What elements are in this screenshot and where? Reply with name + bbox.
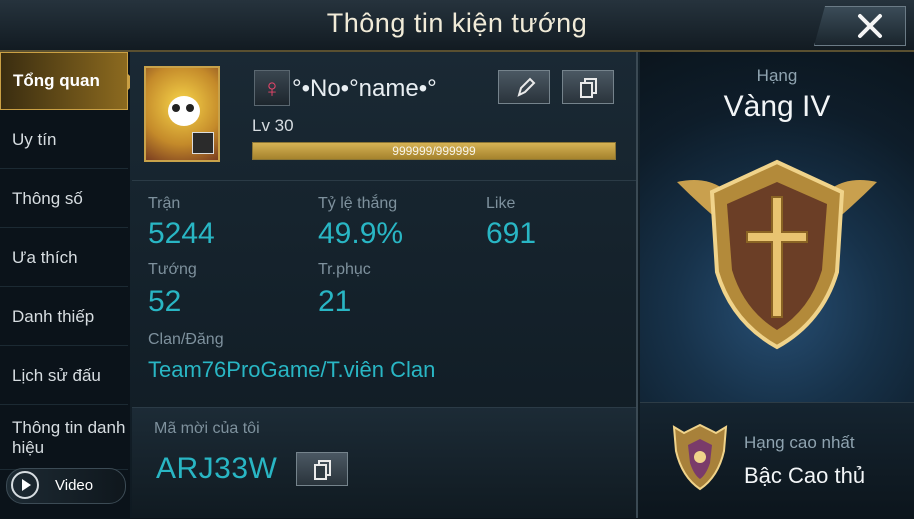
matches-value: 5244 xyxy=(148,217,215,250)
close-button[interactable] xyxy=(814,6,906,46)
sidebar-item-favorites[interactable]: Ưa thích xyxy=(0,229,128,287)
best-rank-section: Hạng cao nhất Bậc Cao thủ xyxy=(640,402,914,519)
sidebar-item-label: Danh thiếp xyxy=(12,306,95,326)
sidebar-item-stats[interactable]: Thông số xyxy=(0,170,128,228)
rank-label: Hạng xyxy=(756,66,798,85)
clan-label: Clan/Đăng xyxy=(148,331,224,348)
sidebar-item-label: Thông tin danh hiệu xyxy=(12,417,126,457)
gold-rank-emblem-icon xyxy=(677,159,877,350)
matches-label: Trận xyxy=(148,195,181,212)
video-label: Video xyxy=(55,477,94,494)
xp-text: 999999/999999 xyxy=(392,144,476,158)
gender-icon: ♀ xyxy=(254,70,290,106)
best-rank-name: Bậc Cao thủ xyxy=(744,463,866,488)
sidebar-item-label: Tổng quan xyxy=(13,71,100,90)
sidebar-item-label: Uy tín xyxy=(12,129,57,149)
master-rank-emblem-icon xyxy=(672,423,728,491)
sidebar-item-titles[interactable]: Thông tin danh hiệu xyxy=(0,406,128,470)
sidebar-item-label: Thông số xyxy=(12,188,83,208)
edit-avatar-icon[interactable] xyxy=(192,132,214,154)
winrate-label: Tỷ lệ thắng xyxy=(318,195,398,212)
heroes-value: 52 xyxy=(148,285,182,318)
heroes-label: Tướng xyxy=(148,261,197,278)
copy-name-button[interactable] xyxy=(562,70,614,104)
invite-label: Mã mời của tôi xyxy=(154,420,260,437)
close-icon xyxy=(858,14,882,38)
video-button[interactable]: Video xyxy=(6,468,126,504)
like-value: 691 xyxy=(486,217,537,250)
sidebar-item-match-history[interactable]: Lịch sử đấu xyxy=(0,347,128,405)
avatar-character-image xyxy=(168,96,200,126)
winrate-value: 49.9% xyxy=(318,217,404,250)
edit-name-button[interactable] xyxy=(498,70,550,104)
sidebar-item-overview[interactable]: Tổng quan xyxy=(0,52,136,110)
like-label: Like xyxy=(486,195,516,212)
stats-section: Trận 5244 Tỷ lệ thắng 49.9% Like 691 Tướ… xyxy=(132,180,636,399)
player-name: °•No•°name•° xyxy=(292,75,437,102)
sidebar-item-card[interactable]: Danh thiếp xyxy=(0,288,128,346)
copy-invite-button[interactable] xyxy=(296,452,348,486)
invite-section: Mã mời của tôi ARJ33W xyxy=(132,407,636,518)
pencil-icon xyxy=(517,77,536,97)
player-level: Lv 30 xyxy=(252,116,294,135)
sidebar: Tổng quan Uy tín Thông số Ưa thích Danh … xyxy=(0,52,136,518)
sidebar-item-label: Lịch sử đấu xyxy=(12,365,101,385)
overview-panel: ♀ °•No•°name•° Lv 30 999999/999999 Trận … xyxy=(130,52,638,518)
best-rank-label: Hạng cao nhất xyxy=(744,433,855,452)
sidebar-item-reputation[interactable]: Uy tín xyxy=(0,111,128,169)
profile-window: Thông tin kiện tướng Tổng quan Uy tín Th… xyxy=(0,0,914,519)
copy-icon xyxy=(314,460,331,480)
title-bar: Thông tin kiện tướng xyxy=(0,0,914,52)
skins-value: 21 xyxy=(318,285,352,318)
rank-panel: Hạng Vàng IV Hạng cao nhất Bậc Cao thủ xyxy=(640,52,914,519)
play-icon xyxy=(11,471,39,499)
sidebar-item-label: Ưa thích xyxy=(12,247,78,267)
rank-name: Vàng IV xyxy=(723,90,831,123)
panel-divider xyxy=(636,52,638,518)
invite-code: ARJ33W xyxy=(156,452,278,485)
skins-label: Tr.phục xyxy=(318,261,371,278)
window-title: Thông tin kiện tướng xyxy=(326,8,588,38)
xp-bar: 999999/999999 xyxy=(252,142,616,160)
clan-value[interactable]: Team76ProGame/T.viên Clan xyxy=(148,357,435,383)
copy-icon xyxy=(580,78,597,98)
avatar[interactable] xyxy=(144,66,220,162)
